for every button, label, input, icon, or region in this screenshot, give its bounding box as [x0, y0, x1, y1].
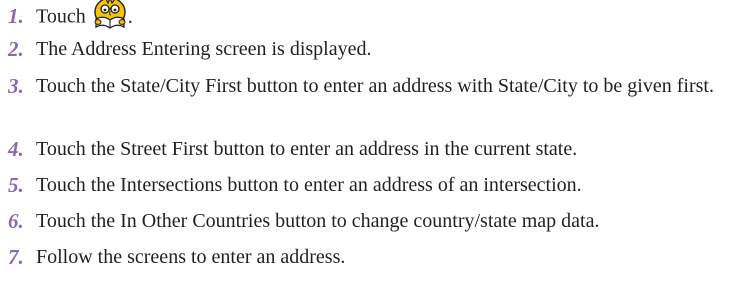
step-7: 7. Follow the screens to enter an addres… [8, 244, 345, 270]
step-number: 6. [8, 209, 24, 233]
step-5: 5. Touch the Intersections button to ent… [8, 172, 582, 198]
step-text: The Address Entering screen is displayed… [36, 38, 372, 60]
step-4: 4. Touch the Street First button to ente… [8, 136, 577, 162]
step-text: Touch the Street First button to enter a… [36, 138, 578, 160]
step-text: Touch the In Other Countries button to c… [36, 210, 600, 232]
step-text: Touch . [36, 0, 133, 33]
step-3: 3. Touch the State/City First button to … [8, 73, 736, 99]
step-text: Touch the State/City First button to ent… [36, 75, 714, 97]
step-text: Follow the screens to enter an address. [36, 246, 346, 268]
step-2: 2. The Address Entering screen is displa… [8, 36, 371, 62]
step-number: 4. [8, 137, 24, 161]
step-1-period: . [127, 5, 133, 28]
step-number: 5. [8, 173, 24, 197]
step-number: 3. [8, 74, 24, 98]
step-1: 1. Touch . [8, 0, 133, 33]
step-text: Touch the Intersections button to enter … [36, 174, 582, 196]
guide-reading-book-icon [92, 0, 128, 29]
step-6: 6. Touch the In Other Countries button t… [8, 208, 599, 234]
step-1-text: Touch [36, 5, 86, 28]
step-number: 1. [8, 4, 24, 28]
step-number: 2. [8, 37, 24, 61]
step-number: 7. [8, 245, 24, 269]
